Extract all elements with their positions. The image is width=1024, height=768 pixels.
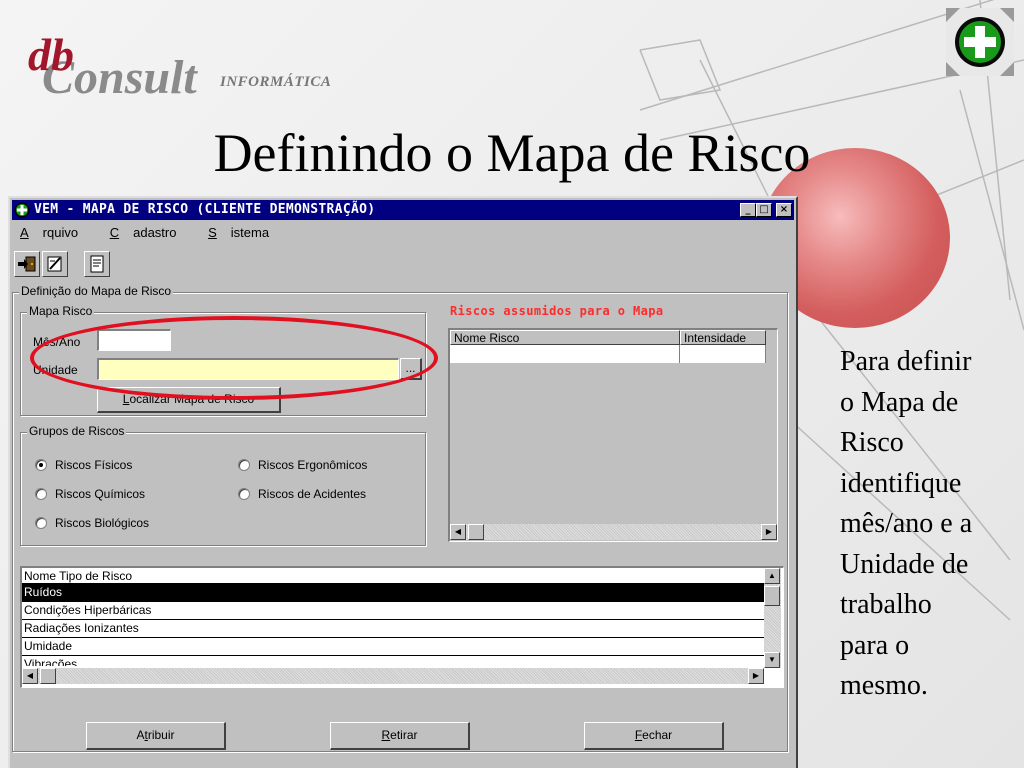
edit-note-icon bbox=[47, 256, 62, 272]
menu-cadastro[interactable]: Cadastro bbox=[110, 225, 191, 240]
side-text-line: mesmo. bbox=[840, 670, 928, 701]
scroll-left-arrow-icon[interactable]: ◀ bbox=[450, 524, 466, 540]
radio-dot bbox=[238, 459, 250, 471]
window-title: VEM - MAPA DE RISCO (CLIENTE DEMONSTRAÇÃ… bbox=[34, 202, 376, 217]
side-text-line: para o bbox=[840, 629, 910, 661]
atribuir-rest: ribuir bbox=[147, 728, 175, 742]
riscos-assumidos-title: Riscos assumidos para o Mapa bbox=[450, 304, 664, 318]
column-intensidade[interactable]: Intensidade bbox=[680, 330, 766, 345]
close-button[interactable]: × bbox=[776, 203, 792, 217]
atribuir-button[interactable]: Atribuir bbox=[86, 722, 226, 750]
exit-button[interactable] bbox=[14, 251, 40, 277]
scroll-thumb[interactable] bbox=[40, 668, 56, 684]
radio-dot bbox=[35, 488, 47, 500]
slide-title: Definindo o Mapa de Risco bbox=[213, 123, 811, 183]
scroll-right-arrow-icon[interactable]: ▶ bbox=[761, 524, 777, 540]
list-item[interactable]: Radiações Ionizantes bbox=[22, 620, 764, 638]
list-item[interactable]: Ruídos bbox=[22, 584, 764, 602]
green-plus-icon bbox=[946, 8, 1014, 76]
column-nome-risco[interactable]: Nome Risco bbox=[450, 330, 680, 345]
scroll-up-arrow-icon[interactable]: ▲ bbox=[764, 568, 780, 584]
radio-dot bbox=[35, 517, 47, 529]
radio-label: Riscos Químicos bbox=[55, 487, 146, 501]
grupos-group-label: Grupos de Riscos bbox=[27, 424, 127, 438]
menu-arquivo-key: A bbox=[20, 225, 29, 240]
retirar-rest: etirar bbox=[390, 728, 418, 742]
retirar-key: R bbox=[381, 728, 391, 742]
radio-riscos-quimicos[interactable]: Riscos Químicos bbox=[35, 486, 145, 502]
side-text-line: Para definir bbox=[840, 346, 972, 377]
side-text-line: Unidade de bbox=[840, 548, 969, 580]
scroll-left-arrow-icon[interactable]: ◀ bbox=[22, 668, 38, 684]
side-text-line: mês/ano e a bbox=[840, 508, 973, 539]
list-item[interactable]: Condições Hiperbáricas bbox=[22, 602, 764, 620]
radio-riscos-fisicos[interactable]: Riscos Físicos bbox=[35, 457, 132, 473]
riscos-assumidos-grid[interactable]: Nome Risco Intensidade ◀ ▶ bbox=[448, 328, 778, 542]
radio-riscos-ergonomicos[interactable]: Riscos Ergonômicos bbox=[238, 457, 367, 473]
retirar-button[interactable]: Retirar bbox=[330, 722, 470, 750]
definition-group-label: Definição do Mapa de Risco bbox=[19, 284, 174, 298]
menu-sistema-rest: istema bbox=[230, 225, 270, 240]
edit-button[interactable] bbox=[42, 251, 68, 277]
side-text-line: identifique bbox=[840, 467, 962, 499]
app-plus-icon bbox=[14, 202, 30, 218]
menu-cadastro-key: C bbox=[109, 225, 120, 240]
side-text-line: o Mapa de bbox=[840, 386, 959, 418]
scroll-thumb[interactable] bbox=[764, 586, 780, 606]
list-item[interactable]: Umidade bbox=[22, 638, 764, 656]
maximize-button[interactable]: □ bbox=[756, 203, 772, 217]
menu-arquivo-rest: rquivo bbox=[42, 225, 79, 240]
tipo-risco-list[interactable]: Nome Tipo de Risco Ruídos Condições Hipe… bbox=[20, 566, 784, 688]
menu-sistema[interactable]: Sistema bbox=[208, 225, 283, 240]
grid-cell[interactable] bbox=[450, 345, 680, 363]
report-icon bbox=[90, 255, 104, 273]
menu-sistema-key: S bbox=[208, 225, 217, 240]
list-item[interactable]: Vibrações bbox=[22, 656, 764, 666]
menu-arquivo[interactable]: Arquivo bbox=[20, 225, 92, 240]
report-button[interactable] bbox=[84, 251, 110, 277]
radio-riscos-acidentes[interactable]: Riscos de Acidentes bbox=[238, 486, 366, 502]
app-window: VEM - MAPA DE RISCO (CLIENTE DEMONSTRAÇÃ… bbox=[8, 196, 798, 768]
radio-label: Riscos Físicos bbox=[55, 458, 133, 472]
fechar-button[interactable]: Fechar bbox=[584, 722, 724, 750]
atribuir-pre: A bbox=[136, 728, 145, 742]
list-horizontal-scrollbar[interactable]: ◀ ▶ bbox=[22, 668, 764, 684]
list-vertical-scrollbar[interactable]: ▲ ▼ bbox=[764, 568, 781, 668]
side-instructions: Para definir o Mapa de Risco identifique… bbox=[840, 342, 1020, 707]
scroll-right-arrow-icon[interactable]: ▶ bbox=[748, 668, 764, 684]
radio-label: Riscos Ergonômicos bbox=[258, 458, 368, 472]
company-logo: Consult db INFORMÁTICA bbox=[28, 28, 388, 108]
radio-riscos-biologicos[interactable]: Riscos Biológicos bbox=[35, 515, 149, 531]
menu-bar: Arquivo Cadastro Sistema bbox=[20, 225, 297, 243]
grid-cell[interactable] bbox=[680, 345, 766, 363]
logo-db: db bbox=[28, 29, 74, 80]
mapa-risco-group-label: Mapa Risco bbox=[27, 304, 95, 318]
side-text-line: trabalho bbox=[840, 589, 932, 620]
tipo-list-header: Nome Tipo de Risco bbox=[22, 568, 764, 584]
scroll-down-arrow-icon[interactable]: ▼ bbox=[764, 652, 780, 668]
fechar-rest: echar bbox=[642, 728, 673, 742]
highlight-ellipse bbox=[30, 316, 438, 400]
side-text-line: Risco bbox=[840, 427, 904, 458]
window-titlebar[interactable]: VEM - MAPA DE RISCO (CLIENTE DEMONSTRAÇÃ… bbox=[12, 200, 794, 220]
menu-cadastro-rest: adastro bbox=[133, 225, 177, 240]
logo-tagline: INFORMÁTICA bbox=[220, 74, 332, 90]
radio-dot bbox=[35, 459, 47, 471]
radio-dot bbox=[238, 488, 250, 500]
minimize-button[interactable]: _ bbox=[740, 203, 756, 217]
exit-door-icon bbox=[18, 256, 36, 272]
grupos-group: Grupos de Riscos Riscos Físicos Riscos Q… bbox=[20, 424, 426, 546]
scroll-thumb[interactable] bbox=[468, 524, 484, 540]
grid-horizontal-scrollbar[interactable]: ◀ ▶ bbox=[450, 524, 777, 540]
radio-label: Riscos Biológicos bbox=[55, 516, 150, 530]
radio-label: Riscos de Acidentes bbox=[258, 487, 367, 501]
